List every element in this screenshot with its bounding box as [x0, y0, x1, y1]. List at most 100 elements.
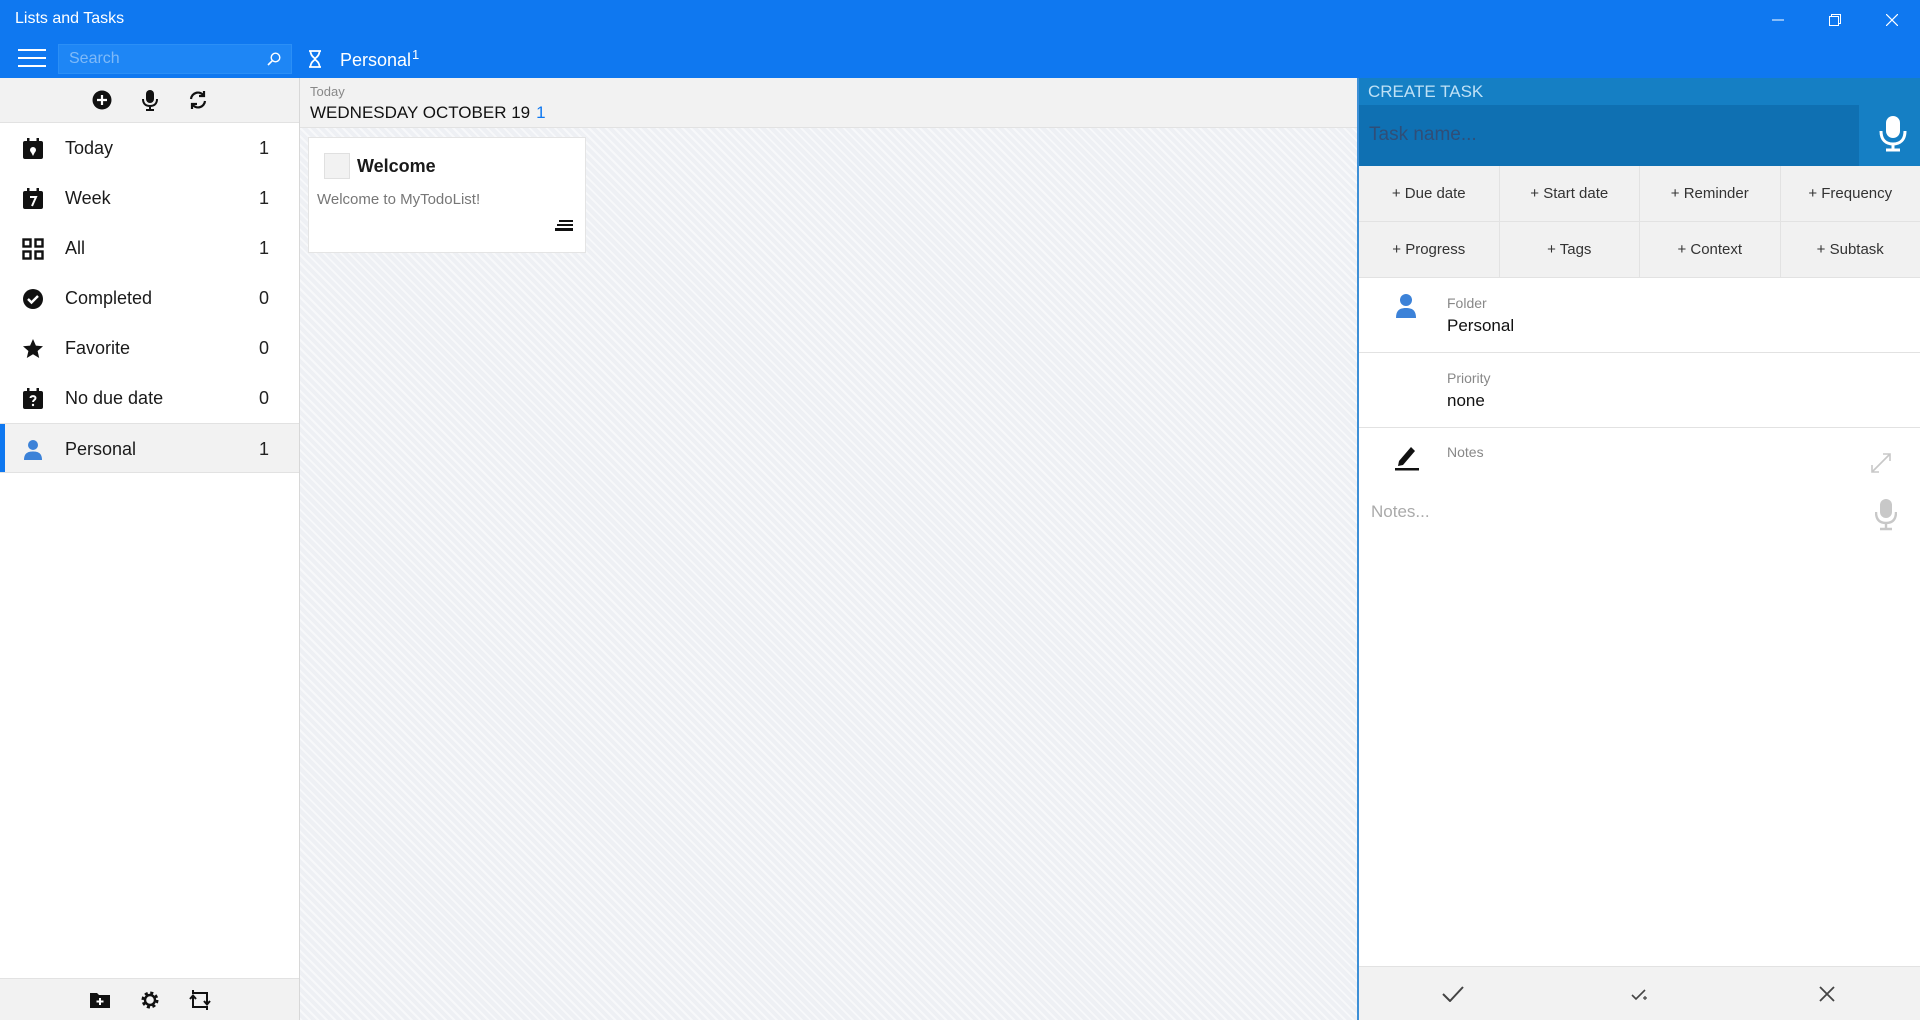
panel-title: CREATE TASK [1368, 82, 1484, 101]
date-group-title: WEDNESDAY OCTOBER 19 1 [310, 103, 546, 123]
task-options: + Due date + Start date + Reminder + Fre… [1359, 166, 1920, 278]
search-icon[interactable] [267, 52, 281, 66]
sync-icon [189, 91, 206, 109]
sidebar-item-no-due-date[interactable]: No due date 0 [0, 373, 299, 423]
star-icon [23, 339, 43, 358]
sidebar-item-count: 0 [258, 338, 269, 358]
add-task-button[interactable] [91, 89, 113, 111]
date-group-label: Today [310, 84, 345, 99]
sidebar: Today 1 Week 1 All 1 Completed 0 Favorit… [0, 78, 300, 1020]
calendar-question-icon [23, 388, 43, 409]
check-plus-icon [1630, 988, 1647, 1000]
sidebar-item-label: Favorite [65, 338, 131, 358]
task-title: Welcome [357, 156, 436, 176]
hamburger-menu-icon[interactable] [18, 49, 46, 69]
task-name-input[interactable] [1369, 121, 1839, 149]
restore-icon [1828, 14, 1841, 26]
sidebar-item-label: All [65, 238, 86, 258]
priority-value: none [1447, 391, 1485, 410]
sidebar-item-label: Personal [65, 439, 137, 459]
gear-icon [141, 991, 158, 1008]
sidebar-item-completed[interactable]: Completed 0 [0, 273, 299, 323]
sidebar-item-count: 1 [258, 238, 269, 258]
save-and-new-button[interactable] [1610, 974, 1670, 1014]
hourglass-icon [309, 50, 321, 68]
priority-label: Priority [1447, 370, 1491, 386]
task-description: Welcome to MyTodoList! [317, 191, 481, 208]
sidebar-item-label: No due date [65, 388, 164, 408]
folder-value: Personal [1447, 316, 1515, 335]
microphone-icon[interactable] [1875, 498, 1897, 532]
notes-label: Notes [1447, 444, 1484, 460]
task-card[interactable]: Welcome Welcome to MyTodoList! [308, 137, 586, 253]
close-button[interactable] [1863, 0, 1920, 40]
sync-button[interactable] [187, 89, 209, 111]
person-icon [1396, 294, 1416, 318]
priority-field[interactable]: Priority none [1359, 353, 1920, 428]
task-name-box [1359, 105, 1859, 166]
add-progress-button[interactable]: + Progress [1359, 222, 1500, 278]
sidebar-toolbar [0, 78, 299, 123]
folder-field[interactable]: Folder Personal [1359, 278, 1920, 353]
restore-button[interactable] [1806, 0, 1863, 40]
expand-icon[interactable] [1870, 452, 1892, 474]
pencil-icon [1395, 447, 1419, 471]
calendar-pin-icon [23, 138, 43, 159]
task-checkbox[interactable] [324, 153, 350, 179]
date-group-count: 1 [536, 103, 546, 122]
settings-button[interactable] [139, 989, 161, 1011]
microphone-icon[interactable] [1878, 115, 1908, 153]
person-icon [24, 440, 42, 460]
window-title: Lists and Tasks [15, 10, 125, 27]
sidebar-item-personal[interactable]: Personal 1 [0, 423, 299, 473]
sidebar-item-label: Completed [65, 288, 153, 308]
add-start-date-button[interactable]: + Start date [1499, 166, 1640, 222]
add-folder-button[interactable] [89, 989, 111, 1011]
add-context-button[interactable]: + Context [1640, 222, 1781, 278]
task-options-row: + Due date + Start date + Reminder + Fre… [1359, 166, 1920, 222]
create-task-header: CREATE TASK [1359, 78, 1920, 166]
cancel-button[interactable] [1797, 974, 1857, 1014]
sidebar-item-today[interactable]: Today 1 [0, 123, 299, 173]
sidebar-item-label: Week [65, 188, 111, 208]
minimize-button[interactable] [1749, 0, 1806, 40]
sidebar-item-favorite[interactable]: Favorite 0 [0, 323, 299, 373]
sidebar-item-label: Today [65, 138, 114, 158]
sidebar-item-week[interactable]: Week 1 [0, 173, 299, 223]
switch-view-button[interactable] [188, 989, 211, 1011]
task-options-row: + Progress + Tags + Context + Subtask [1359, 222, 1920, 278]
voice-input-button[interactable] [139, 89, 161, 111]
search-input[interactable] [69, 49, 259, 69]
check-circle-icon [23, 289, 43, 309]
close-icon [1885, 14, 1898, 26]
close-icon [1818, 985, 1835, 1002]
create-task-panel: CREATE TASK + Due date + Start date + Re… [1357, 78, 1920, 1020]
add-tags-button[interactable]: + Tags [1499, 222, 1640, 278]
grid-icon [22, 238, 44, 260]
save-task-button[interactable] [1423, 974, 1483, 1014]
checkmark-icon [1441, 985, 1464, 1002]
notes-input[interactable] [1371, 497, 1851, 527]
sidebar-item-count: 0 [258, 388, 269, 408]
title-bar: Lists and Tasks [0, 0, 1920, 40]
task-list-area: Today WEDNESDAY OCTOBER 19 1 Welcome Welc… [300, 78, 1357, 1020]
calendar-week-icon [23, 188, 43, 209]
add-frequency-button[interactable]: + Frequency [1780, 166, 1920, 222]
sidebar-item-count: 1 [258, 138, 269, 158]
add-reminder-button[interactable]: + Reminder [1640, 166, 1781, 222]
search-box [58, 44, 292, 74]
sidebar-item-count: 0 [258, 288, 269, 308]
add-due-date-button[interactable]: + Due date [1359, 166, 1500, 222]
breadcrumb-count: 1 [412, 47, 420, 62]
notes-lines-icon [555, 220, 573, 231]
sidebar-item-all[interactable]: All 1 [0, 223, 299, 273]
breadcrumb-folder-label[interactable]: Personal [340, 50, 411, 71]
minimize-icon [1771, 19, 1784, 21]
date-group-date: WEDNESDAY OCTOBER 19 [310, 103, 531, 122]
app-bar: Personal 1 [0, 40, 1920, 78]
sidebar-bottom-toolbar [0, 978, 299, 1020]
create-task-footer [1359, 966, 1920, 1020]
microphone-icon [141, 90, 158, 111]
folder-label: Folder [1447, 295, 1487, 311]
add-subtask-button[interactable]: + Subtask [1780, 222, 1920, 278]
